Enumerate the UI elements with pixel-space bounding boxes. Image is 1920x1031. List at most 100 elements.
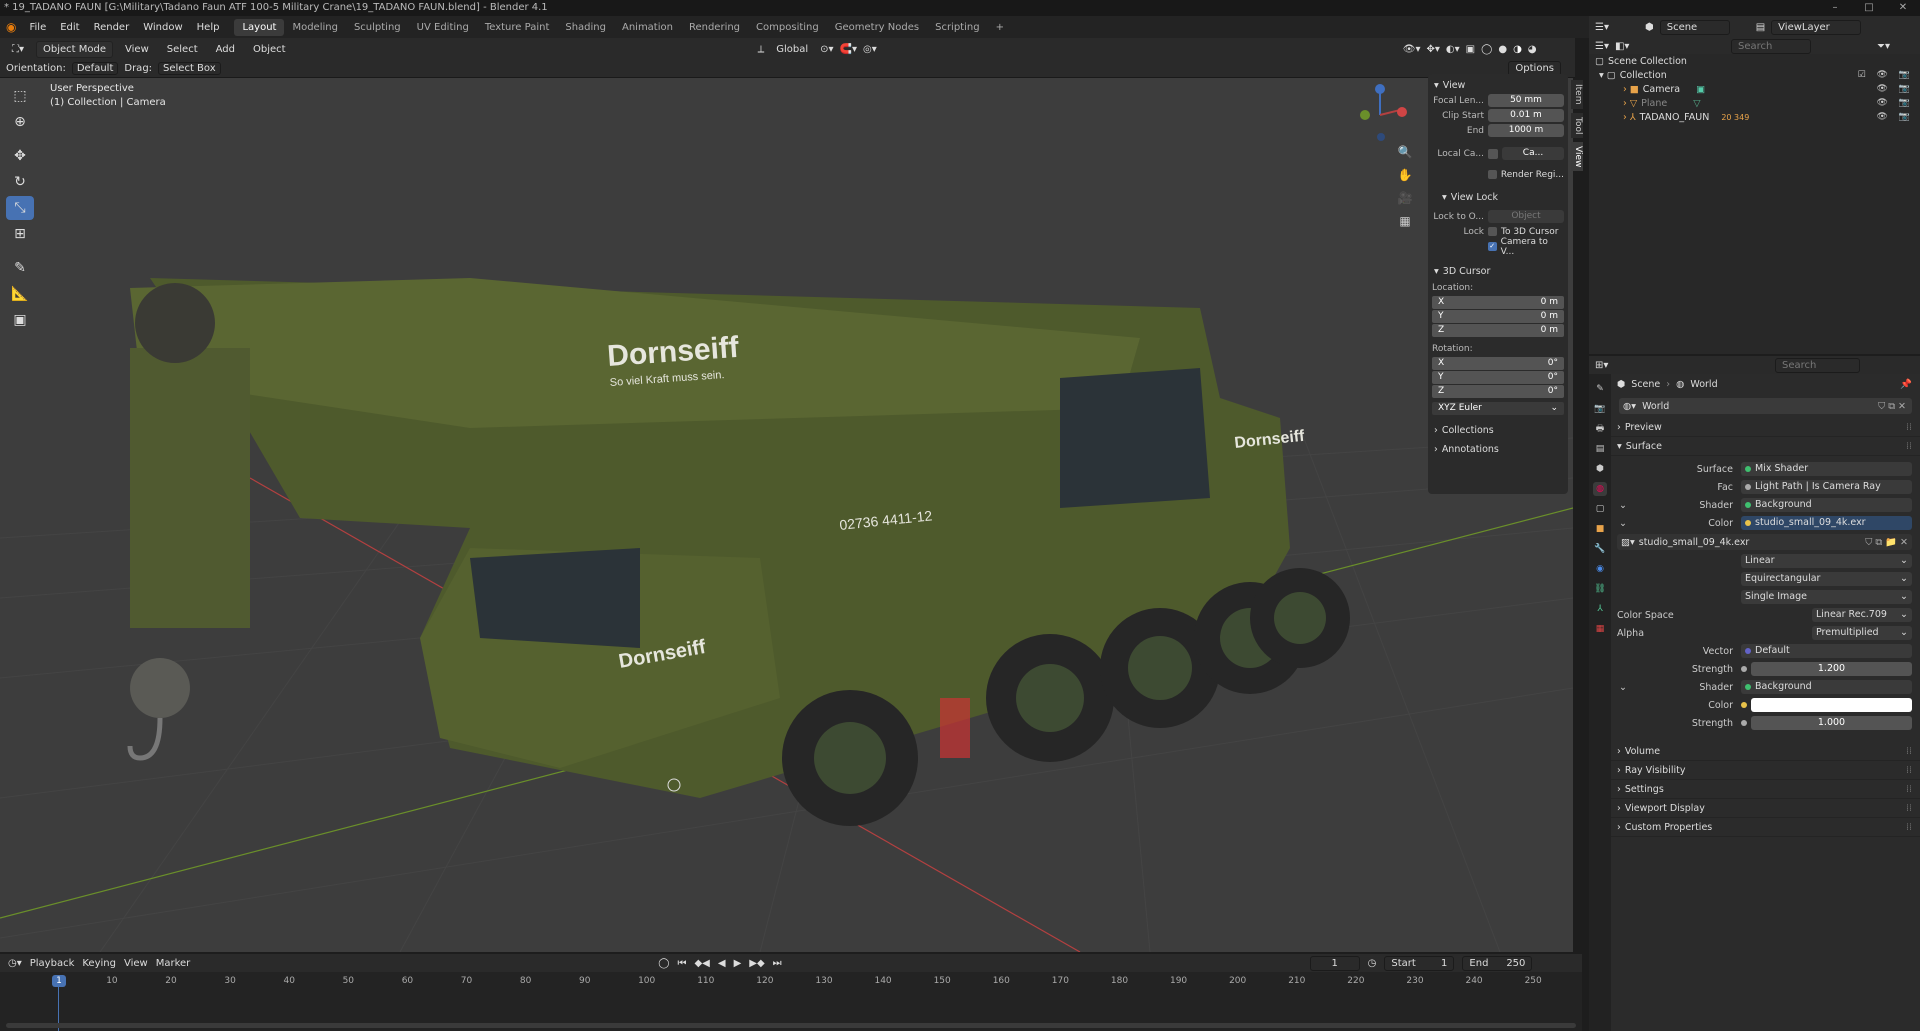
- cursor-location-z[interactable]: Z0 m: [1432, 324, 1564, 337]
- camera-to-view-checkbox[interactable]: ✓: [1487, 242, 1497, 251]
- playhead[interactable]: 1: [52, 975, 66, 987]
- play-icon[interactable]: ▶: [734, 958, 742, 969]
- modifier-tab-icon[interactable]: 🔧: [1593, 542, 1607, 556]
- pan-hand-icon[interactable]: ✋: [1395, 165, 1415, 185]
- output-tab-icon[interactable]: 🖶: [1593, 422, 1607, 436]
- annotate-tool-icon[interactable]: ✎: [6, 256, 34, 280]
- cursor-rotation-x[interactable]: X 0°: [1432, 357, 1564, 370]
- pin-icon[interactable]: 📌: [1900, 379, 1912, 390]
- viewport-display-section-header[interactable]: › Viewport Display ⁞⁞: [1611, 799, 1920, 818]
- 3d-viewport[interactable]: Dornseiff So viel Kraft muss sein. 02736…: [0, 78, 1573, 952]
- minimize-icon[interactable]: –: [1818, 0, 1852, 16]
- drag-selector[interactable]: Select Box: [158, 62, 221, 75]
- ortho-grid-icon[interactable]: ▦: [1395, 211, 1415, 231]
- next-keyframe-icon[interactable]: ▶◆: [749, 958, 764, 969]
- annotations-section-header[interactable]: › Annotations: [1428, 442, 1568, 457]
- view-layer-tab-icon[interactable]: ▤: [1593, 442, 1607, 456]
- outliner-search-input[interactable]: Search: [1730, 38, 1811, 54]
- collections-section-header[interactable]: › Collections: [1428, 423, 1568, 438]
- tab-scripting[interactable]: Scripting: [927, 19, 987, 36]
- timeline-scrollbar[interactable]: [6, 1023, 1576, 1028]
- xray-icon[interactable]: ▣: [1466, 44, 1475, 55]
- mode-selector[interactable]: Object Mode: [36, 40, 114, 58]
- world-tab-icon[interactable]: ◍: [1593, 482, 1607, 496]
- outliner-row-collection[interactable]: ▾ ▢ Collection ☑ 👁 📷: [1589, 68, 1920, 82]
- cursor-tool-icon[interactable]: ⊕: [6, 110, 34, 134]
- tab-tool[interactable]: Tool: [1571, 112, 1583, 138]
- projection-selector[interactable]: Equirectangular ⌄: [1741, 572, 1912, 586]
- close-icon[interactable]: ✕: [1886, 0, 1920, 16]
- alpha-selector[interactable]: Premultiplied ⌄: [1812, 626, 1912, 640]
- snap-icon[interactable]: 🧲▾: [840, 44, 857, 55]
- editor-type-icon[interactable]: ⛶▾: [6, 42, 30, 57]
- rotation-mode-selector[interactable]: XYZ Euler ⌄: [1432, 402, 1564, 415]
- viewlayer-selector[interactable]: ViewLayer: [1771, 19, 1862, 35]
- view-section-header[interactable]: ▾ View: [1428, 78, 1568, 93]
- visibility-icon[interactable]: 👁▾: [1403, 44, 1421, 55]
- scale-tool-icon[interactable]: ⤡: [6, 196, 34, 220]
- blender-logo-icon[interactable]: ◉: [0, 20, 22, 34]
- collection-tab-icon[interactable]: ▢: [1593, 502, 1607, 516]
- outliner-row-tadano-faun[interactable]: › ⅄ TADANO_FAUN 20 349 👁 📷: [1589, 110, 1920, 124]
- add-workspace-button[interactable]: +: [988, 19, 1012, 36]
- shader2-field[interactable]: Background: [1741, 680, 1912, 694]
- crane-model[interactable]: [127, 278, 1350, 826]
- fac-field[interactable]: Light Path | Is Camera Ray: [1741, 480, 1912, 494]
- tool-tab-icon[interactable]: ✎: [1593, 382, 1607, 396]
- color1-field[interactable]: studio_small_09_4k.exr: [1741, 516, 1912, 530]
- editor-type-icon[interactable]: ◷▾: [8, 958, 22, 969]
- tab-modeling[interactable]: Modeling: [284, 19, 346, 36]
- clip-end-field[interactable]: 1000 m: [1488, 124, 1564, 137]
- to-3d-cursor-checkbox[interactable]: [1488, 227, 1497, 236]
- gizmo-x-icon[interactable]: [1397, 107, 1407, 117]
- menu-object[interactable]: Object: [247, 42, 292, 57]
- gizmo-z-icon[interactable]: [1375, 84, 1385, 94]
- color-space-selector[interactable]: Linear Rec.709 ⌄: [1812, 608, 1912, 622]
- image-actions-icon[interactable]: ⛉ ⧉ 📁 ✕: [1865, 537, 1908, 548]
- vector-field[interactable]: Default: [1741, 644, 1912, 658]
- menu-render[interactable]: Render: [87, 22, 137, 33]
- source-selector[interactable]: Single Image ⌄: [1741, 590, 1912, 604]
- transform-tool-icon[interactable]: ⊞: [6, 222, 34, 246]
- custom-properties-section-header[interactable]: › Custom Properties ⁞⁞: [1611, 818, 1920, 837]
- tab-texture-paint[interactable]: Texture Paint: [477, 19, 558, 36]
- local-camera-field[interactable]: Ca...: [1502, 147, 1564, 160]
- shading-rendered-icon[interactable]: ◕: [1528, 44, 1537, 55]
- visibility-toggles[interactable]: ☑ 👁 📷: [1858, 70, 1914, 80]
- tab-view[interactable]: View: [1571, 141, 1583, 172]
- play-reverse-icon[interactable]: ◀: [718, 958, 726, 969]
- move-tool-icon[interactable]: ✥: [6, 144, 34, 168]
- pivot-icon[interactable]: ⊙▾: [820, 44, 833, 55]
- maximize-icon[interactable]: □: [1852, 0, 1886, 16]
- jump-end-icon[interactable]: ⏭: [773, 958, 782, 969]
- preview-section-header[interactable]: › Preview ⁞⁞: [1611, 418, 1920, 437]
- shading-solid-icon[interactable]: ●: [1498, 44, 1507, 55]
- tab-sculpting[interactable]: Sculpting: [346, 19, 409, 36]
- tab-geometry-nodes[interactable]: Geometry Nodes: [827, 19, 927, 36]
- cursor-rotation-z[interactable]: Z 0°: [1432, 385, 1564, 398]
- volume-section-header[interactable]: › Volume ⁞⁞: [1611, 742, 1920, 761]
- shading-material-icon[interactable]: ◑: [1513, 44, 1522, 55]
- end-frame-field[interactable]: End 250: [1462, 955, 1533, 971]
- select-box-tool-icon[interactable]: ⬚: [6, 84, 34, 108]
- clip-start-field[interactable]: 0.01 m: [1488, 109, 1564, 122]
- shader1-field[interactable]: Background: [1741, 498, 1912, 512]
- menu-edit[interactable]: Edit: [53, 22, 86, 33]
- data-tab-icon[interactable]: ⅄: [1593, 602, 1607, 616]
- menu-view[interactable]: View: [119, 42, 155, 57]
- rotate-tool-icon[interactable]: ↻: [6, 170, 34, 194]
- editor-type-icon[interactable]: ⊞▾: [1595, 360, 1608, 371]
- current-frame-field[interactable]: 1: [1309, 955, 1360, 971]
- proportional-edit-icon[interactable]: ◎▾: [863, 44, 877, 55]
- object-tab-icon[interactable]: ■: [1593, 522, 1607, 536]
- menu-help[interactable]: Help: [190, 22, 227, 33]
- menu-file[interactable]: File: [22, 22, 53, 33]
- cursor-rotation-y[interactable]: Y 0°: [1432, 371, 1564, 384]
- outliner-view-icon[interactable]: ◧▾: [1615, 41, 1629, 52]
- autokey-icon[interactable]: ◯: [658, 958, 669, 969]
- datablock-actions-icon[interactable]: ⛉ ⧉ ✕: [1878, 401, 1906, 412]
- tab-compositing[interactable]: Compositing: [748, 19, 827, 36]
- tab-animation[interactable]: Animation: [614, 19, 681, 36]
- menu-playback[interactable]: Playback: [30, 958, 75, 969]
- tab-uv-editing[interactable]: UV Editing: [409, 19, 477, 36]
